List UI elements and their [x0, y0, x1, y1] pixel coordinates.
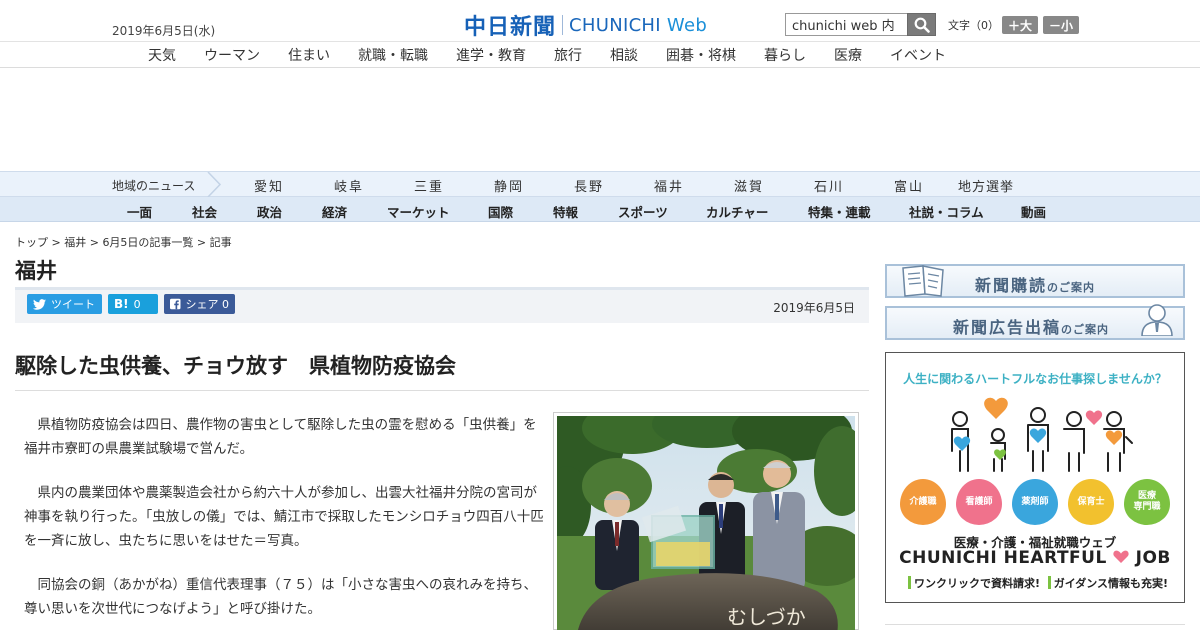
subscription-banner-label: 新聞購読のご案内: [975, 276, 1096, 295]
newspaper-icon: [902, 265, 944, 297]
heart-icon: [1113, 550, 1129, 563]
search-input[interactable]: [785, 13, 908, 36]
facebook-share-button[interactable]: シェア 0: [164, 294, 235, 314]
section-nav-politics[interactable]: 政治: [257, 202, 282, 221]
cat-nav-woman[interactable]: ウーマン: [204, 45, 260, 65]
advertising-info-banner[interactable]: 新聞広告出稿のご案内: [885, 304, 1185, 340]
section-nav-culture[interactable]: カルチャー: [706, 202, 768, 221]
advertising-banner-label: 新聞広告出稿のご案内: [953, 318, 1110, 337]
section-nav-society[interactable]: 社会: [192, 202, 217, 221]
cat-nav-igo-shogi[interactable]: 囲碁・将棋: [666, 45, 736, 65]
job-category-childcare: 保育士: [1068, 479, 1114, 525]
sidebar-divider: [885, 624, 1185, 625]
region-nav: 地域のニュース 愛知 岐阜 三重 静岡 長野 福井 滋賀 石川 富山 地方選挙: [0, 171, 1200, 197]
logo-divider: [562, 15, 564, 35]
hatena-count: 0: [133, 297, 141, 311]
breadcrumb-sep: >: [193, 236, 210, 249]
article-headline: 駆除した虫供養、チョウ放す 県植物防疫協会: [15, 354, 456, 378]
article-photo: むしづか: [557, 416, 855, 630]
fontsize-down-button[interactable]: －小: [1043, 16, 1079, 34]
section-nav-sports[interactable]: スポーツ: [618, 202, 668, 221]
article-paragraph: 県内の農業団体や農薬製造会社から約六十人が参加し、出雲大社福井分院の宮司が神事を…: [24, 485, 544, 549]
section-nav: 一面 社会 政治 経済 マーケット 国際 特報 スポーツ カルチャー 特集・連載…: [0, 197, 1200, 222]
search-button[interactable]: [907, 13, 936, 36]
article-photo-frame[interactable]: むしづか: [553, 412, 859, 630]
region-nav-local-elections[interactable]: 地方選挙: [958, 176, 1014, 195]
breadcrumb-sep: >: [48, 236, 65, 249]
job-ad-footer: ワンクリックで資料請求! ガイダンス情報も充実!: [908, 575, 1168, 591]
breadcrumb-sep: >: [86, 236, 103, 249]
cat-nav-education[interactable]: 進学・教育: [456, 45, 526, 65]
fontsize-up-button[interactable]: ＋大: [1002, 16, 1038, 34]
job-ad-banner[interactable]: 人生に関わるハートフルなお仕事探しませんか？ 介護職 看護師 薬剤師 保育士 医…: [885, 352, 1185, 603]
region-nav-ishikawa[interactable]: 石川: [814, 176, 844, 195]
cat-nav-housing[interactable]: 住まい: [288, 45, 330, 65]
region-nav-toyama[interactable]: 富山: [894, 176, 924, 195]
cat-nav-jobs[interactable]: 就職・転職: [358, 45, 428, 65]
twitter-share-button[interactable]: ツイート: [27, 294, 102, 314]
article-body: 県植物防疫協会は四日、農作物の害虫として駆除した虫の霊を慰める「虫供養」を福井市…: [24, 413, 544, 630]
region-nav-shizuoka[interactable]: 静岡: [494, 176, 524, 195]
facebook-share-label: シェア: [185, 298, 219, 311]
article-paragraph: 同協会の銅（あかがね）重信代表理事（７５）は「小さな害虫への哀れみを持ち、尊い思…: [24, 577, 537, 617]
stone-inscription: むしづか: [727, 605, 806, 629]
family-illustration: [951, 397, 1133, 472]
article-date: 2019年6月5日: [773, 301, 855, 315]
region-nav-nagano[interactable]: 長野: [574, 176, 604, 195]
cat-nav-living[interactable]: 暮らし: [764, 45, 806, 65]
breadcrumb-list[interactable]: 6月5日の記事一覧: [102, 236, 193, 249]
logo-kanji: 中日新聞: [464, 15, 557, 40]
breadcrumb: トップ > 福井 > 6月5日の記事一覧 > 記事: [15, 234, 232, 250]
job-ad-headline: 人生に関わるハートフルなお仕事探しませんか？: [903, 372, 1167, 386]
job-category-medical-specialist: 医療 専門職: [1124, 479, 1170, 525]
twitter-share-label: ツイート: [51, 298, 95, 311]
headline-divider: [15, 390, 869, 391]
region-nav-mie[interactable]: 三重: [414, 176, 444, 195]
header-date: 2019年6月5日(水): [112, 24, 216, 38]
job-category-care: 介護職: [900, 479, 946, 525]
breadcrumb-current: 記事: [209, 236, 232, 249]
twitter-bird-icon: [33, 298, 46, 310]
facebook-icon: [170, 298, 181, 310]
cat-nav-events[interactable]: イベント: [890, 45, 946, 65]
section-nav-front[interactable]: 一面: [127, 202, 152, 221]
page-title: 福井: [15, 259, 57, 283]
section-nav-economy[interactable]: 経済: [322, 202, 347, 221]
fontsize-label: 文字（0）: [948, 19, 999, 32]
section-nav-market[interactable]: マーケット: [387, 202, 450, 221]
search-icon: [914, 17, 930, 33]
cat-nav-weather[interactable]: 天気: [148, 45, 176, 65]
region-nav-label: 地域のニュース: [112, 179, 196, 193]
section-nav-international[interactable]: 国際: [488, 202, 513, 221]
breadcrumb-region[interactable]: 福井: [64, 236, 86, 249]
job-ad-brand: CHUNICHI HEARTFUL JOB: [899, 548, 1171, 568]
category-nav: 天気 ウーマン 住まい 就職・転職 進学・教育 旅行 相談 囲碁・将棋 暮らし …: [0, 42, 1200, 68]
section-nav-video[interactable]: 動画: [1021, 202, 1046, 221]
logo-en: CHUNICHI Web: [569, 14, 708, 36]
share-bar: ツイート B! 0 シェア 0 2019年6月5日: [15, 290, 869, 323]
chevron-right-icon: [207, 172, 222, 197]
region-nav-aichi[interactable]: 愛知: [254, 176, 284, 195]
facebook-count: 0: [222, 297, 229, 311]
section-nav-special-report[interactable]: 特報: [553, 202, 578, 221]
region-nav-shiga[interactable]: 滋賀: [734, 176, 764, 195]
cat-nav-travel[interactable]: 旅行: [554, 45, 582, 65]
hatena-bookmark-icon: B!: [114, 297, 129, 311]
site-logo[interactable]: 中日新聞 CHUNICHI Web: [464, 9, 707, 41]
ad-space: [0, 68, 1200, 171]
breadcrumb-top[interactable]: トップ: [15, 236, 48, 249]
region-nav-gifu[interactable]: 岐阜: [334, 176, 364, 195]
article-paragraph: 県植物防疫協会は四日、農作物の害虫として駆除した虫の霊を慰める「虫供養」を福井市…: [24, 417, 537, 457]
job-category-pharmacist: 薬剤師: [1012, 479, 1058, 525]
top-header: 2019年6月5日(水) 中日新聞 CHUNICHI Web 文字（0） ＋大 …: [0, 0, 1200, 42]
hatena-bookmark-button[interactable]: B! 0: [108, 294, 158, 314]
cat-nav-consult[interactable]: 相談: [610, 45, 638, 65]
businessman-icon: [1141, 304, 1173, 336]
subscription-info-banner[interactable]: 新聞購読のご案内: [885, 264, 1185, 298]
section-nav-editorials[interactable]: 社説・コラム: [909, 202, 984, 221]
cat-nav-medical[interactable]: 医療: [834, 45, 862, 65]
section-nav-features[interactable]: 特集・連載: [808, 202, 871, 221]
job-category-nurse: 看護師: [956, 479, 1002, 525]
region-nav-fukui[interactable]: 福井: [654, 176, 684, 195]
